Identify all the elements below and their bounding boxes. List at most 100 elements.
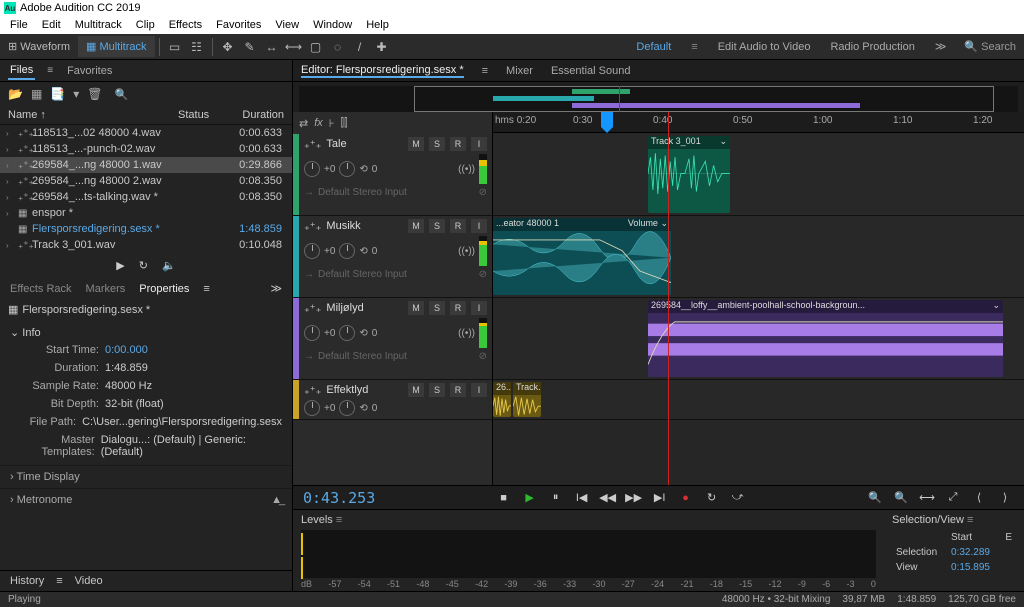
tool-slip-icon[interactable]: ↔ xyxy=(261,36,283,58)
new-file-icon[interactable]: ▦ xyxy=(31,87,42,101)
timecode-display[interactable]: 0:43.253 xyxy=(303,489,375,507)
pan-knob[interactable] xyxy=(339,400,355,416)
tool-brush-icon[interactable]: / xyxy=(349,36,371,58)
insert-clip-icon[interactable]: 📑 xyxy=(50,87,65,101)
volume-knob[interactable] xyxy=(304,400,320,416)
tool-lasso-icon[interactable]: ◌ xyxy=(327,36,349,58)
volume-knob[interactable] xyxy=(304,325,320,341)
menu-help[interactable]: Help xyxy=(360,17,395,33)
tab-video[interactable]: Video xyxy=(75,575,103,587)
solo-button[interactable]: S xyxy=(429,301,445,315)
zoom-out-icon[interactable]: 🔍 xyxy=(892,490,910,506)
go-to-start-button[interactable]: I◀ xyxy=(573,490,591,506)
timeline-ruler[interactable]: hms 0:20 0:30 0:40 0:50 1:00 1:10 1:20 xyxy=(493,112,1024,133)
pan-knob[interactable] xyxy=(339,243,355,259)
record-arm-button[interactable]: R xyxy=(450,301,466,315)
clip-tale[interactable]: Track 3_001⌄ xyxy=(648,136,730,213)
record-arm-button[interactable]: R xyxy=(450,219,466,233)
pause-button[interactable]: ⏸ xyxy=(547,490,565,506)
file-row[interactable]: ›₊⁺₊269584_...ng 48000 2.wav0:08.350 xyxy=(0,173,292,189)
tab-files[interactable]: Files xyxy=(8,62,35,80)
info-header[interactable]: ⌄ Info xyxy=(10,324,282,341)
monitor-button[interactable]: I xyxy=(471,137,487,151)
tab-history[interactable]: History xyxy=(10,575,44,587)
file-row[interactable]: ›₊⁺₊Track 3_001.wav0:10.048 xyxy=(0,237,292,253)
fx-icon[interactable]: fx xyxy=(314,117,323,129)
levels-menu-icon[interactable]: ≡ xyxy=(336,514,342,526)
fast-forward-button[interactable]: ▶▶ xyxy=(625,490,643,506)
tab-editor[interactable]: Editor: Flersporsredigering.sesx * xyxy=(301,64,464,78)
dropdown-icon[interactable]: ▾ xyxy=(73,87,79,101)
file-row[interactable]: ›₊⁺₊118513_...-punch-02.wav0:00.633 xyxy=(0,141,292,157)
waveform-mode-button[interactable]: ⊞ Waveform xyxy=(0,36,78,57)
expand-icon[interactable]: ≫ xyxy=(270,282,282,295)
open-file-icon[interactable]: 📂 xyxy=(8,87,23,101)
clip-miljolyd[interactable]: 269584__loffy__ambient-poolhall-school-b… xyxy=(648,300,1003,377)
monitor-button[interactable]: I xyxy=(471,301,487,315)
history-menu-icon[interactable]: ≡ xyxy=(56,575,62,587)
tool-channels-icon[interactable]: ☷ xyxy=(186,36,208,58)
files-panel-menu-icon[interactable]: ≡ xyxy=(47,65,53,76)
play-button[interactable]: ▶ xyxy=(521,490,539,506)
editor-tab-menu-icon[interactable]: ≡ xyxy=(482,65,488,77)
eq-icon[interactable]: ⫿⫿ xyxy=(341,117,348,130)
help-search[interactable]: 🔍 Search xyxy=(956,40,1024,53)
tool-razor-icon[interactable]: ✎ xyxy=(239,36,261,58)
cti-indicator[interactable] xyxy=(601,112,613,127)
tab-effects-rack[interactable]: Effects Rack xyxy=(10,283,72,295)
selection-start[interactable]: 0:32.289 xyxy=(949,546,999,559)
view-start[interactable]: 0:15.895 xyxy=(949,561,999,574)
tab-favorites[interactable]: Favorites xyxy=(65,63,114,79)
metronome-section[interactable]: › Metronome▲̲ xyxy=(0,488,292,511)
menu-favorites[interactable]: Favorites xyxy=(210,17,267,33)
record-button[interactable]: ● xyxy=(677,490,695,506)
zoom-out-point-icon[interactable]: ⟩ xyxy=(996,490,1014,506)
volume-knob[interactable] xyxy=(304,243,320,259)
zoom-in-point-icon[interactable]: ⟨ xyxy=(970,490,988,506)
file-row-session[interactable]: ▦Flersporsredigering.sesx *1:48.859 xyxy=(0,221,292,237)
workspace-more[interactable]: ≫ xyxy=(925,36,957,57)
sends-icon[interactable]: ⊦ xyxy=(329,117,335,130)
status-column-header[interactable]: Status xyxy=(178,109,228,121)
clip-effekt-1[interactable]: 26... xyxy=(493,382,511,417)
expand-track-icon[interactable]: ₊⁺₊ xyxy=(304,220,321,233)
tab-mixer[interactable]: Mixer xyxy=(506,65,533,77)
expand-track-icon[interactable]: ₊⁺₊ xyxy=(304,302,321,315)
tab-essential-sound[interactable]: Essential Sound xyxy=(551,65,631,77)
tool-marquee-icon[interactable]: ▢ xyxy=(305,36,327,58)
clip-effekt-2[interactable]: Track... xyxy=(513,382,541,417)
loop-icon[interactable]: ↻ xyxy=(139,259,148,272)
overview-viewport[interactable] xyxy=(414,86,994,112)
pan-knob[interactable] xyxy=(339,161,355,177)
workspace-default[interactable]: Default xyxy=(626,37,681,57)
menu-multitrack[interactable]: Multitrack xyxy=(69,17,128,33)
tab-properties[interactable]: Properties xyxy=(139,283,189,295)
mute-button[interactable]: M xyxy=(408,301,424,315)
zoom-in-icon[interactable]: 🔍 xyxy=(866,490,884,506)
track-header-miljolyd[interactable]: ₊⁺₊Miljølyd M S R I +0 ⟲0 ((•)) →Default… xyxy=(293,298,492,380)
menu-clip[interactable]: Clip xyxy=(130,17,161,33)
monitor-button[interactable]: I xyxy=(471,219,487,233)
expand-track-icon[interactable]: ₊⁺₊ xyxy=(304,138,321,151)
skip-selection-button[interactable]: ⤻ xyxy=(729,490,747,506)
auto-play-icon[interactable]: 🔈 xyxy=(162,259,176,272)
stop-button[interactable]: ■ xyxy=(495,490,513,506)
tool-time-select-icon[interactable]: ⟷ xyxy=(283,36,305,58)
track-header-tale[interactable]: ₊⁺₊Tale M S R I +0 ⟲0 ((•)) →Default Ste… xyxy=(293,134,492,216)
tool-move-icon[interactable]: ✥ xyxy=(217,36,239,58)
pan-knob[interactable] xyxy=(339,325,355,341)
menu-effects[interactable]: Effects xyxy=(163,17,208,33)
files-search[interactable]: 🔍 xyxy=(111,88,284,101)
clip-musikk[interactable]: ...eator 48000 1Volume ⌄ xyxy=(493,218,671,295)
track-lanes[interactable]: hms 0:20 0:30 0:40 0:50 1:00 1:10 1:20 T… xyxy=(493,112,1024,485)
workspace-radio-production[interactable]: Radio Production xyxy=(820,37,924,57)
solo-button[interactable]: S xyxy=(429,137,445,151)
name-column-header[interactable]: Name ↑ xyxy=(8,109,178,121)
menu-edit[interactable]: Edit xyxy=(36,17,67,33)
tab-markers[interactable]: Markers xyxy=(86,283,126,295)
file-row[interactable]: ›₊⁺₊269584_...ng 48000 1.wav0:29.866 xyxy=(0,157,292,173)
duration-column-header[interactable]: Duration xyxy=(228,109,284,121)
solo-button[interactable]: S xyxy=(429,219,445,233)
file-row[interactable]: ›▦enspor * xyxy=(0,205,292,221)
menu-view[interactable]: View xyxy=(269,17,305,33)
